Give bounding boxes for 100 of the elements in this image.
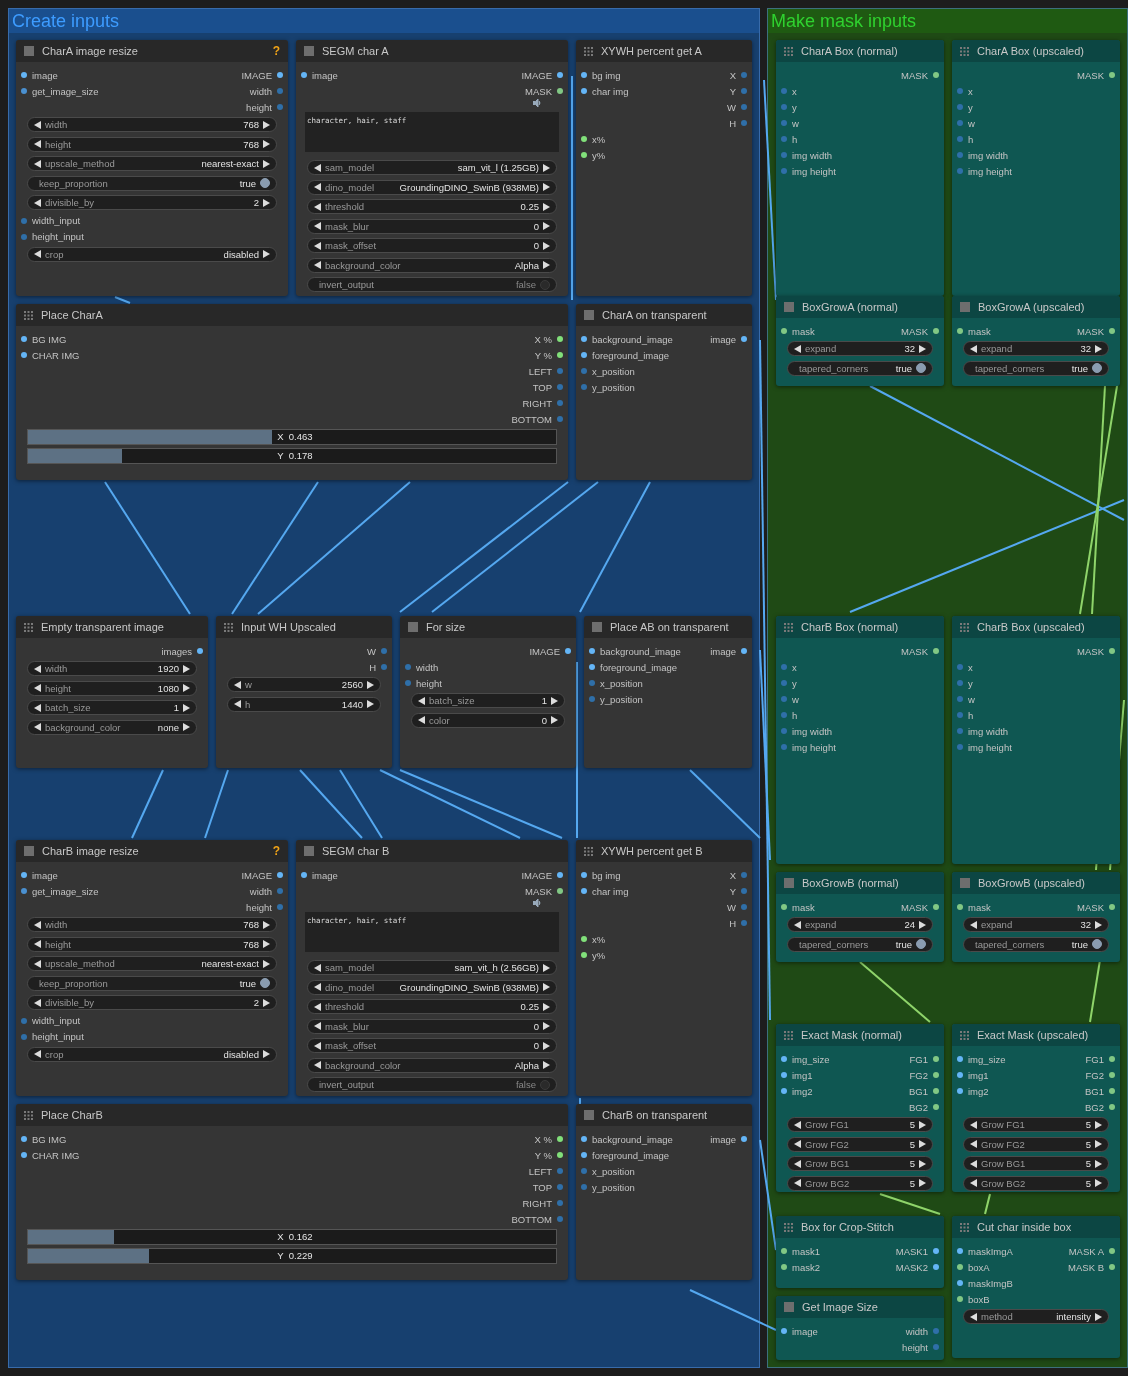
grip-icon[interactable] — [24, 622, 33, 632]
node-title-bar[interactable]: Exact Mask (upscaled) — [952, 1024, 1120, 1046]
node-title-bar[interactable]: Place AB on transparent — [584, 616, 752, 638]
grip-icon[interactable] — [784, 46, 793, 56]
grip-icon[interactable] — [224, 622, 233, 632]
input-dot[interactable] — [405, 664, 411, 670]
graph-node[interactable]: For size IMAGE width height batch_size 1 color 0 — [400, 616, 576, 768]
right-arrow-icon[interactable] — [263, 920, 270, 929]
graph-node[interactable]: CharA image resize ? image IMAGE get_image_size width height width 768 height 768 upscale_method nearest-exact keep_proportion true divisible_by 2 width_input height_input crop disabled — [16, 40, 288, 296]
value-widget[interactable]: Grow FG2 5 — [787, 1136, 933, 1152]
left-arrow-icon[interactable] — [970, 920, 977, 929]
output-dot[interactable] — [933, 1264, 939, 1270]
input-dot[interactable] — [957, 120, 963, 126]
input-dot[interactable] — [581, 1184, 587, 1190]
right-arrow-icon[interactable] — [543, 983, 550, 992]
output-dot[interactable] — [277, 888, 283, 894]
output-dot[interactable] — [741, 920, 747, 926]
input-dot[interactable] — [581, 872, 587, 878]
left-arrow-icon[interactable] — [970, 1312, 977, 1321]
slider-fill[interactable] — [28, 1229, 114, 1244]
right-arrow-icon[interactable] — [919, 1140, 926, 1149]
graph-node[interactable]: Exact Mask (normal) img_size FG1 img1 FG2 img2 BG1 BG2 Grow FG1 5 Grow FG2 5 Grow BG1 5 Grow BG2 5 — [776, 1024, 944, 1192]
value-widget[interactable]: height 768 — [27, 936, 277, 952]
output-dot[interactable] — [557, 872, 563, 878]
output-dot[interactable] — [741, 336, 747, 342]
node-title-bar[interactable]: For size — [400, 616, 576, 638]
toggle-knob[interactable] — [260, 178, 270, 189]
right-arrow-icon[interactable] — [919, 1120, 926, 1129]
output-dot[interactable] — [557, 1168, 563, 1174]
left-arrow-icon[interactable] — [314, 983, 321, 992]
value-widget[interactable]: width 1920 — [27, 661, 197, 677]
output-dot[interactable] — [557, 1152, 563, 1158]
right-arrow-icon[interactable] — [543, 261, 550, 270]
input-dot[interactable] — [957, 1056, 963, 1062]
input-dot[interactable] — [581, 1168, 587, 1174]
input-dot[interactable] — [781, 104, 787, 110]
left-arrow-icon[interactable] — [794, 344, 801, 353]
output-dot[interactable] — [557, 1216, 563, 1222]
right-arrow-icon[interactable] — [543, 222, 550, 231]
help-badge[interactable]: ? — [272, 844, 280, 858]
left-arrow-icon[interactable] — [314, 1061, 321, 1070]
graph-node[interactable]: BoxGrowB (upscaled) mask MASK expand 32 tapered_corners true — [952, 872, 1120, 962]
graph-node[interactable] — [296, 840, 568, 1096]
output-dot[interactable] — [933, 1072, 939, 1078]
right-arrow-icon[interactable] — [263, 998, 270, 1007]
slider-track[interactable]: Y 0.229 — [27, 1248, 557, 1265]
input-dot[interactable] — [21, 888, 27, 894]
node-title-bar[interactable]: Box for Crop-Stitch — [776, 1216, 944, 1238]
grip-icon[interactable] — [784, 1222, 793, 1232]
right-arrow-icon[interactable] — [183, 664, 190, 673]
output-dot[interactable] — [933, 1056, 939, 1062]
value-widget[interactable]: background_color Alpha — [307, 257, 557, 273]
input-dot[interactable] — [405, 680, 411, 686]
input-dot[interactable] — [957, 328, 963, 334]
grip-icon[interactable] — [960, 1222, 969, 1232]
left-arrow-icon[interactable] — [314, 1041, 321, 1050]
right-arrow-icon[interactable] — [263, 1050, 270, 1059]
input-dot[interactable] — [781, 1328, 787, 1334]
help-badge[interactable]: ? — [272, 44, 280, 58]
output-dot[interactable] — [933, 1104, 939, 1110]
node-title-bar[interactable]: Get Image Size — [776, 1296, 944, 1318]
graph-node[interactable]: Place CharA BG IMG X % CHAR IMG Y % LEFT TOP RIGHT BOTTOM X 0.463 Y 0.178 — [16, 304, 568, 480]
input-dot[interactable] — [301, 72, 307, 78]
value-widget[interactable]: threshold 0.25 — [307, 199, 557, 215]
output-dot[interactable] — [557, 416, 563, 422]
value-widget[interactable]: background_color none — [27, 719, 197, 735]
right-arrow-icon[interactable] — [263, 140, 270, 149]
left-arrow-icon[interactable] — [314, 163, 321, 172]
graph-node[interactable]: Input WH Upscaled W H w 2560 h 1440 — [216, 616, 392, 768]
input-dot[interactable] — [957, 744, 963, 750]
right-arrow-icon[interactable] — [183, 723, 190, 732]
value-widget[interactable]: expand 24 — [787, 917, 933, 933]
input-dot[interactable] — [781, 904, 787, 910]
node-title-bar[interactable]: BoxGrowB (upscaled) — [952, 872, 1120, 894]
output-dot[interactable] — [1109, 1264, 1115, 1270]
node-title-bar[interactable]: Place CharA — [16, 304, 568, 326]
output-dot[interactable] — [557, 88, 563, 94]
value-widget[interactable]: batch_size 1 — [27, 700, 197, 716]
output-dot[interactable] — [933, 1328, 939, 1334]
input-dot[interactable] — [781, 664, 787, 670]
input-dot[interactable] — [589, 680, 595, 686]
left-arrow-icon[interactable] — [34, 1050, 41, 1059]
value-widget[interactable]: upscale_method nearest-exact — [27, 956, 277, 972]
left-arrow-icon[interactable] — [314, 963, 321, 972]
input-dot[interactable] — [581, 952, 587, 958]
left-arrow-icon[interactable] — [314, 222, 321, 231]
left-arrow-icon[interactable] — [34, 920, 41, 929]
input-dot[interactable] — [957, 696, 963, 702]
right-arrow-icon[interactable] — [919, 1159, 926, 1168]
input-dot[interactable] — [781, 1248, 787, 1254]
output-dot[interactable] — [741, 88, 747, 94]
left-arrow-icon[interactable] — [314, 261, 321, 270]
graph-node[interactable]: Exact Mask (upscaled) img_size FG1 img1 FG2 img2 BG1 BG2 Grow FG1 5 Grow FG2 5 Grow BG1 5 Grow BG2 5 — [952, 1024, 1120, 1192]
value-widget[interactable]: width 768 — [27, 117, 277, 133]
output-dot[interactable] — [741, 888, 747, 894]
toggle-widget[interactable]: keep_proportion true — [27, 175, 277, 191]
input-dot[interactable] — [957, 664, 963, 670]
value-widget[interactable]: divisible_by 2 — [27, 195, 277, 211]
right-arrow-icon[interactable] — [263, 120, 270, 129]
output-dot[interactable] — [933, 1344, 939, 1350]
